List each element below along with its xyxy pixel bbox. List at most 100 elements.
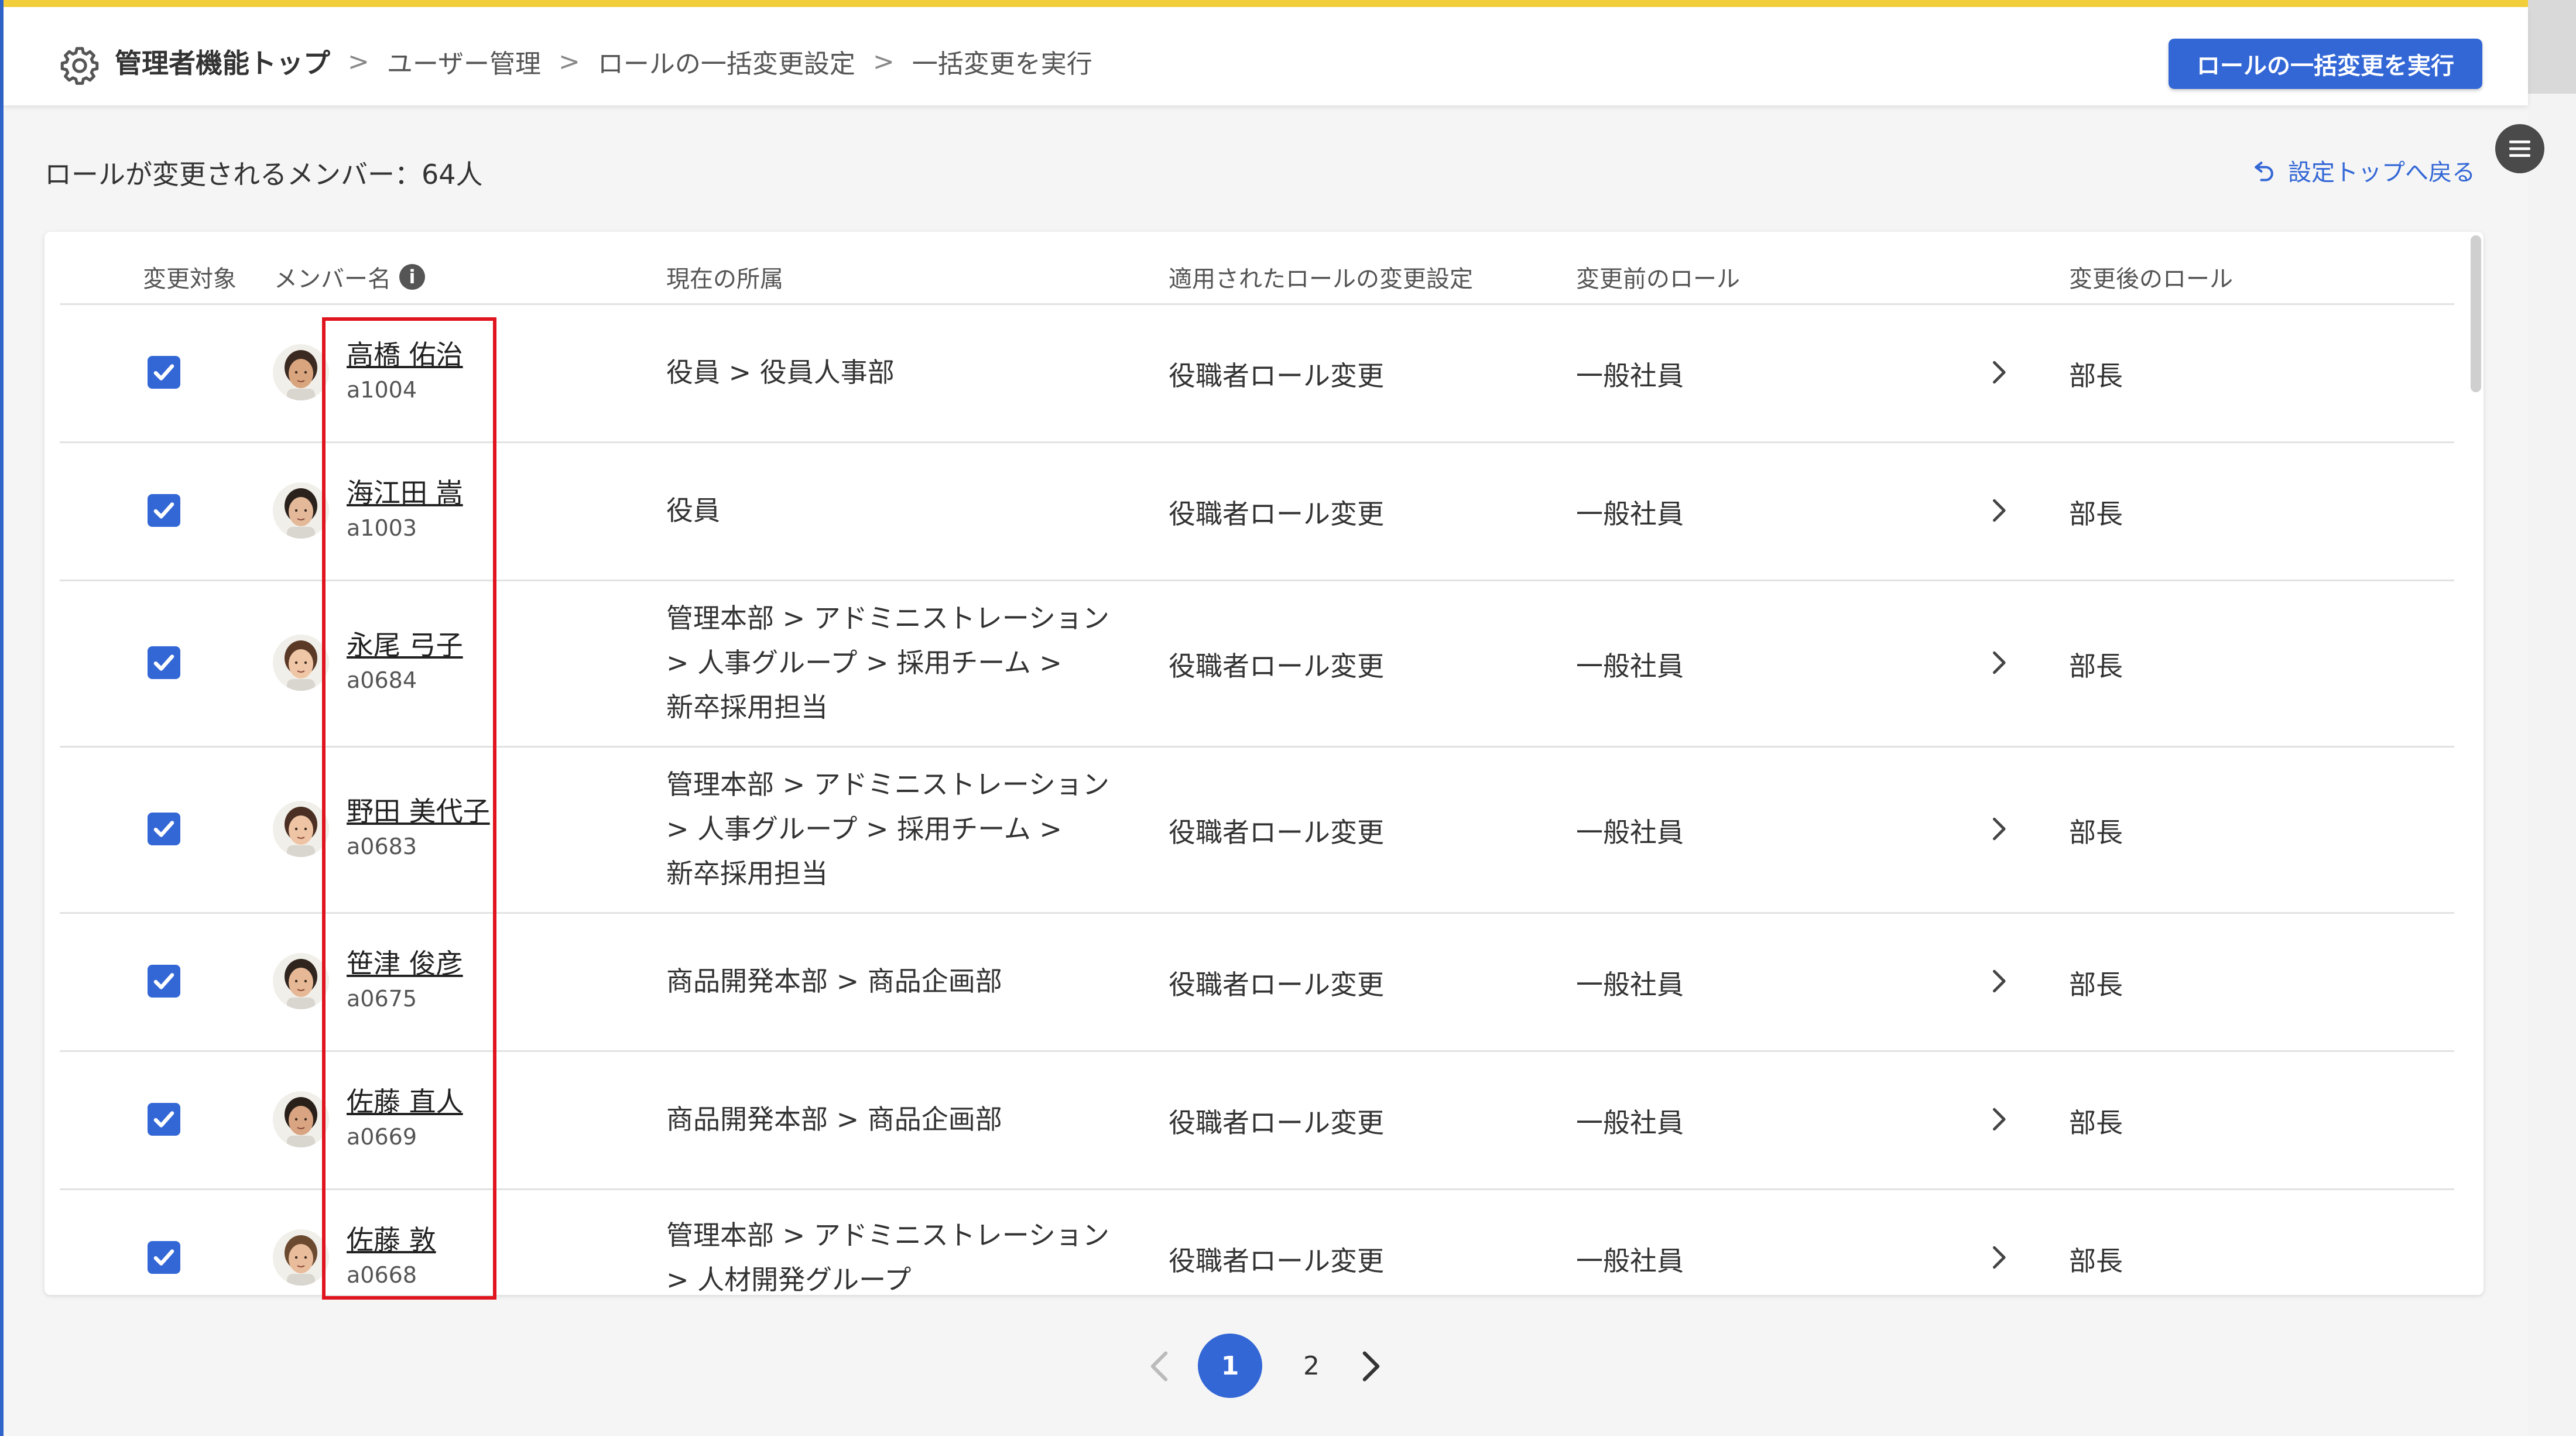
row-checkbox[interactable] [148, 1241, 180, 1274]
role-before: 一般社員 [1576, 1245, 1684, 1277]
breadcrumb-separator: > [559, 46, 580, 77]
menu-button[interactable] [2495, 124, 2544, 173]
column-header-role-before: 変更前のロール [1576, 266, 1740, 293]
current-department: 管理本部 > アドミニストレーション > 人事グループ > 採用チーム > 新卒採… [666, 762, 1109, 896]
avatar [273, 1229, 329, 1286]
checkmark-icon [153, 973, 174, 989]
column-header-department: 現在の所属 [666, 266, 783, 293]
undo-arrow-icon [2255, 162, 2273, 181]
checkmark-icon [153, 502, 174, 519]
department-line: 管理本部 > アドミニストレーション [666, 1219, 1109, 1251]
pagination-next-icon[interactable] [1359, 1350, 1383, 1383]
current-department: 管理本部 > アドミニストレーション > 人材開発グループ [666, 1213, 1109, 1295]
department-line: 管理本部 > アドミニストレーション [666, 602, 1109, 634]
checkmark-icon [153, 821, 174, 837]
member-name-link[interactable]: 高橋 佑治 [347, 334, 463, 372]
department-line: > 人材開発グループ [666, 1264, 912, 1295]
department-line: 新卒採用担当 [666, 858, 828, 889]
current-department: 商品開発本部 > 商品企画部 [666, 1097, 1002, 1142]
table-row: 永尾 弓子 a0684 管理本部 > アドミニストレーション > 人事グループ … [60, 580, 2454, 748]
breadcrumb-admin-top[interactable]: 管理者機能トップ [115, 42, 330, 81]
info-icon[interactable]: i [399, 264, 425, 290]
current-department: 商品開発本部 > 商品企画部 [666, 959, 1002, 1003]
table-row: 佐藤 敦 a0668 管理本部 > アドミニストレーション > 人材開発グループ… [60, 1188, 2454, 1295]
role-after: 部長 [2069, 969, 2123, 1000]
department-line: 役員 [666, 495, 720, 526]
role-after: 部長 [2069, 498, 2123, 530]
role-after: 部長 [2069, 360, 2123, 392]
row-checkbox[interactable] [148, 494, 180, 527]
department-line: 管理本部 > アドミニストレーション [666, 769, 1109, 800]
breadcrumb-current: 一括変更を実行 [912, 49, 1092, 79]
member-name-link[interactable]: 野田 美代子 [347, 790, 490, 829]
table-row: 笹津 俊彦 a0675 商品開発本部 > 商品企画部 役職者ロール変更 一般社員… [60, 912, 2454, 1052]
table-row: 海江田 嵩 a1003 役員 役職者ロール変更 一般社員 部長 [60, 441, 2454, 581]
member-id: a0668 [347, 1262, 417, 1288]
member-id: a1004 [347, 377, 417, 403]
checkmark-icon [153, 654, 174, 671]
table-scrollbar-thumb[interactable] [2471, 235, 2481, 392]
current-department: 役員 [666, 488, 720, 533]
row-checkbox[interactable] [148, 965, 180, 998]
breadcrumb-separator: > [348, 46, 369, 77]
avatar [273, 953, 329, 1009]
breadcrumb-role-bulk-settings[interactable]: ロールの一括変更設定 [598, 43, 855, 80]
member-name-link[interactable]: 海江田 嵩 [347, 472, 463, 510]
applied-role-setting: 役職者ロール変更 [1169, 650, 1384, 682]
execute-bulk-role-change-button[interactable]: ロールの一括変更を実行 [2169, 39, 2482, 89]
back-link-label: 設定トップへ戻る [2288, 159, 2475, 186]
applied-role-setting: 役職者ロール変更 [1169, 360, 1384, 392]
member-name-link[interactable]: 佐藤 直人 [347, 1081, 463, 1119]
column-header-role-after: 変更後のロール [2069, 266, 2233, 293]
pagination-prev-icon[interactable] [1147, 1350, 1171, 1383]
department-line: 役員 > 役員人事部 [666, 357, 895, 388]
current-department: 管理本部 > アドミニストレーション > 人事グループ > 採用チーム > 新卒採… [666, 596, 1109, 729]
role-after: 部長 [2069, 650, 2123, 682]
member-id: a0683 [347, 834, 417, 859]
top-accent-bar [4, 0, 2528, 7]
chevron-right-icon [1992, 499, 2006, 522]
members-table-card: 変更対象 メンバー名 i 現在の所属 適用されたロールの変更設定 変更前のロール… [44, 232, 2483, 1295]
row-checkbox[interactable] [148, 1103, 180, 1136]
pagination-page-1[interactable]: 1 [1198, 1334, 1262, 1398]
window-scrollbar[interactable] [2528, 0, 2576, 94]
department-line: 新卒採用担当 [666, 691, 828, 723]
department-line: > 人事グループ > 採用チーム > [666, 813, 1062, 845]
department-line: 商品開発本部 > 商品企画部 [666, 1103, 1002, 1135]
member-id: a0669 [347, 1124, 417, 1150]
member-name-link[interactable]: 永尾 弓子 [347, 624, 463, 663]
role-before: 一般社員 [1576, 650, 1684, 682]
role-before: 一般社員 [1576, 498, 1684, 530]
member-name-link[interactable]: 笹津 俊彦 [347, 943, 463, 981]
applied-role-setting: 役職者ロール変更 [1169, 969, 1384, 1000]
table-row: 高橋 佑治 a1004 役員 > 役員人事部 役職者ロール変更 一般社員 部長 [60, 303, 2454, 443]
role-before: 一般社員 [1576, 360, 1684, 392]
row-checkbox[interactable] [148, 646, 180, 679]
breadcrumb: 管理者機能トップ > ユーザー管理 > ロールの一括変更設定 > 一括変更を実行 [115, 41, 1092, 82]
table-row: 野田 美代子 a0683 管理本部 > アドミニストレーション > 人事グループ… [60, 746, 2454, 914]
chevron-right-icon [1992, 969, 2006, 993]
department-line: 商品開発本部 > 商品企画部 [666, 965, 1002, 997]
back-to-settings-link[interactable]: 設定トップへ戻る [2252, 153, 2475, 187]
member-name-link[interactable]: 佐藤 敦 [347, 1219, 436, 1257]
chevron-right-icon [1992, 1108, 2006, 1131]
applied-role-setting: 役職者ロール変更 [1169, 1107, 1384, 1139]
pagination: 1 2 [1136, 1329, 1440, 1399]
row-checkbox[interactable] [148, 813, 180, 845]
avatar [273, 344, 329, 400]
pagination-page-2[interactable]: 2 [1282, 1334, 1341, 1398]
member-count-label: ロールが変更されるメンバー：64人 [44, 159, 483, 190]
member-id: a1003 [347, 515, 417, 541]
role-before: 一般社員 [1576, 817, 1684, 848]
role-before: 一般社員 [1576, 1107, 1684, 1139]
chevron-right-icon [1992, 1246, 2006, 1269]
role-after: 部長 [2069, 817, 2123, 848]
gear-icon[interactable] [57, 43, 102, 88]
chevron-right-icon [1992, 361, 2006, 384]
row-checkbox[interactable] [148, 356, 180, 389]
applied-role-setting: 役職者ロール変更 [1169, 498, 1384, 530]
breadcrumb-user-management[interactable]: ユーザー管理 [387, 43, 541, 80]
current-department: 役員 > 役員人事部 [666, 350, 895, 395]
column-header-member-name-label: メンバー名 [274, 266, 391, 293]
checkmark-icon [153, 364, 174, 381]
